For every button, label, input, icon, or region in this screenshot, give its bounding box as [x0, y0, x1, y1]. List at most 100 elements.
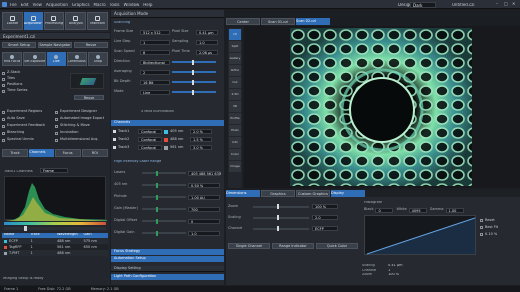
- tab-analysis[interactable]: Analysis: [65, 12, 87, 30]
- viewer-tool-2d[interactable]: 2D: [229, 29, 241, 40]
- option-experiment-regions[interactable]: Experiment Regions: [2, 109, 55, 115]
- menu-item-tools[interactable]: Tools: [110, 3, 120, 7]
- checkbox[interactable]: [2, 138, 5, 142]
- slider-handle[interactable]: [156, 218, 158, 224]
- quick-range-indicator[interactable]: Range Indicator: [272, 243, 314, 249]
- checkbox[interactable]: [2, 131, 5, 135]
- option-stitching-move[interactable]: Stitching & Move: [55, 123, 108, 129]
- tab-locate[interactable]: Locate: [2, 12, 23, 30]
- menu-item-file[interactable]: File: [10, 3, 17, 7]
- checkbox[interactable]: [2, 89, 5, 93]
- option-multidimensional-acq-[interactable]: Multidimensional Acq.: [55, 137, 108, 143]
- viewer-tool-ortho[interactable]: Ortho: [229, 65, 241, 76]
- display-field-value[interactable]: 0: [375, 207, 394, 213]
- setting-value[interactable]: 2: [140, 69, 170, 75]
- menu-item-macro[interactable]: Macro: [94, 3, 106, 7]
- checkbox[interactable]: [480, 233, 483, 236]
- laser-slider[interactable]: [142, 218, 186, 224]
- dim-value[interactable]: 100 %: [312, 204, 338, 209]
- quick-single-channel[interactable]: Single Channel: [228, 243, 270, 249]
- track-row[interactable]: Track2 Confocal 488 nm 1.5 %: [113, 136, 222, 143]
- slider-handle[interactable]: [192, 69, 194, 75]
- viewer-tool-info[interactable]: Info: [229, 137, 241, 148]
- setting-extra-value[interactable]: 1.0: [196, 39, 218, 45]
- option-automated-image-export[interactable]: Automated Image Export: [55, 116, 108, 122]
- viewer-tool-2-5d[interactable]: 2.5D: [229, 89, 241, 100]
- laser-value[interactable]: 0: [188, 218, 220, 224]
- checkbox[interactable]: [2, 117, 5, 121]
- checkbox[interactable]: [2, 110, 5, 114]
- setting-extra-value[interactable]: 2.06 µs: [196, 49, 218, 55]
- menu-item-view[interactable]: View: [32, 3, 42, 7]
- light-path-section-header[interactable]: Light Path Configuration: [111, 274, 224, 280]
- image-tab[interactable]: Scan 02.czi: [296, 18, 330, 25]
- track-checkbox[interactable]: [113, 146, 116, 149]
- laser-value[interactable]: 1.0: [188, 230, 220, 236]
- dim-value[interactable]: ECFP: [312, 226, 338, 231]
- bottom-tab-custom-graphics[interactable]: Custom Graphics: [296, 190, 330, 197]
- track-value[interactable]: 2.0 %: [190, 129, 212, 134]
- start-experiment-button[interactable]: Reuse: [74, 95, 104, 100]
- track-row[interactable]: Track3 Confocal 561 nm 3.0 %: [113, 144, 222, 151]
- channel-tab-focus[interactable]: Focus: [54, 149, 81, 157]
- table-row[interactable]: T-PMT 1 488 nm: [2, 250, 108, 256]
- display-section-header[interactable]: Display Setting: [111, 266, 224, 272]
- slider-handle[interactable]: [192, 79, 194, 85]
- window-max-button[interactable]: □: [504, 2, 508, 6]
- viewer-tool-histo[interactable]: Histo: [229, 125, 241, 136]
- setting-slider[interactable]: [172, 59, 216, 65]
- menu-item-window[interactable]: Window: [124, 3, 140, 7]
- bottom-tab-dimensions[interactable]: Dimensions: [226, 190, 260, 197]
- slider-handle[interactable]: [277, 204, 279, 209]
- track-mode[interactable]: Confocal: [138, 137, 162, 142]
- setting-slider[interactable]: [172, 89, 216, 95]
- display-field-value[interactable]: 1.00: [445, 207, 464, 213]
- bottom-tab-graphics[interactable]: Graphics: [261, 190, 295, 197]
- menu-item-graphics[interactable]: Graphics: [72, 3, 90, 7]
- track-mode[interactable]: Confocal: [138, 145, 162, 150]
- track-row[interactable]: Track1 Confocal 405 nm 2.0 %: [113, 128, 222, 135]
- checkbox[interactable]: [480, 219, 483, 222]
- mode-snap[interactable]: Snap: [87, 52, 109, 66]
- dim-value[interactable]: 2.0: [312, 215, 338, 220]
- slider-handle[interactable]: [156, 182, 158, 188]
- channel-tab-channels[interactable]: Channels: [29, 149, 54, 157]
- viewer-tool-3d[interactable]: 3D: [229, 101, 241, 112]
- laser-value[interactable]: 1.00 AU: [188, 194, 220, 200]
- laser-slider[interactable]: [142, 170, 186, 176]
- setting-extra-value[interactable]: 0.41 µm: [196, 29, 218, 35]
- viewer-tool-split[interactable]: Split: [229, 41, 241, 52]
- track-value[interactable]: 3.0 %: [190, 145, 212, 150]
- viewer-tool-coloc[interactable]: Coloc: [229, 149, 241, 160]
- tab-acquisition[interactable]: Acquisition: [23, 12, 43, 30]
- display-check[interactable]: Best Fit: [480, 224, 516, 231]
- mode-live[interactable]: Live: [47, 52, 66, 66]
- checkbox[interactable]: [2, 71, 5, 75]
- slider-handle[interactable]: [192, 59, 194, 65]
- automation-section-header[interactable]: Automation Setup: [111, 256, 224, 262]
- menu-item-edit[interactable]: Edit: [21, 3, 29, 7]
- setting-value[interactable]: 16 Bit: [140, 79, 170, 85]
- mode-find-focus[interactable]: Find Focus: [2, 52, 23, 66]
- slider-handle[interactable]: [156, 206, 158, 212]
- image-tab[interactable]: Center: [226, 18, 260, 25]
- laser-slider[interactable]: [142, 230, 186, 236]
- track-value[interactable]: 1.5 %: [190, 137, 212, 142]
- channels-section-header[interactable]: Channels: [111, 120, 224, 126]
- track-mode[interactable]: Confocal: [138, 129, 162, 134]
- checkbox[interactable]: [55, 110, 58, 114]
- laser-slider[interactable]: [142, 206, 186, 212]
- viewer-tool-image[interactable]: Image: [229, 161, 241, 172]
- checkbox[interactable]: [55, 131, 58, 135]
- setting-value[interactable]: Line: [140, 89, 170, 95]
- option-experiment-feedback[interactable]: Experiment Feedback: [2, 123, 55, 129]
- histogram-slider[interactable]: [4, 226, 106, 231]
- viewer-tool-gallery[interactable]: Gallery: [229, 53, 241, 64]
- dim-slider[interactable]: [253, 215, 309, 220]
- laser-value[interactable]: 700: [188, 206, 220, 212]
- viewer-tool-profile[interactable]: Profile: [229, 113, 241, 124]
- dim-slider[interactable]: [253, 204, 309, 209]
- dim-slider[interactable]: [253, 226, 309, 231]
- window-min-button[interactable]: –: [496, 2, 498, 6]
- laser-slider[interactable]: [142, 182, 186, 188]
